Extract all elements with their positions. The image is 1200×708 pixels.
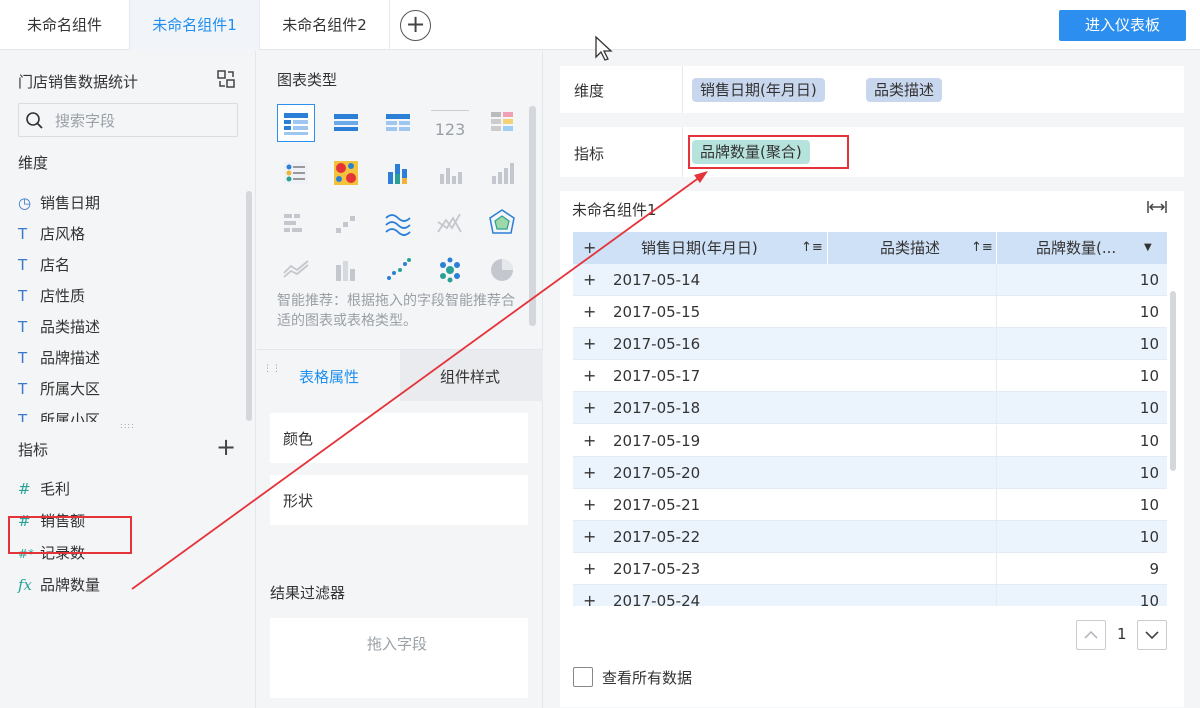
drag-annotation-arrow bbox=[131, 171, 708, 590]
mouse-cursor-icon bbox=[595, 35, 613, 61]
